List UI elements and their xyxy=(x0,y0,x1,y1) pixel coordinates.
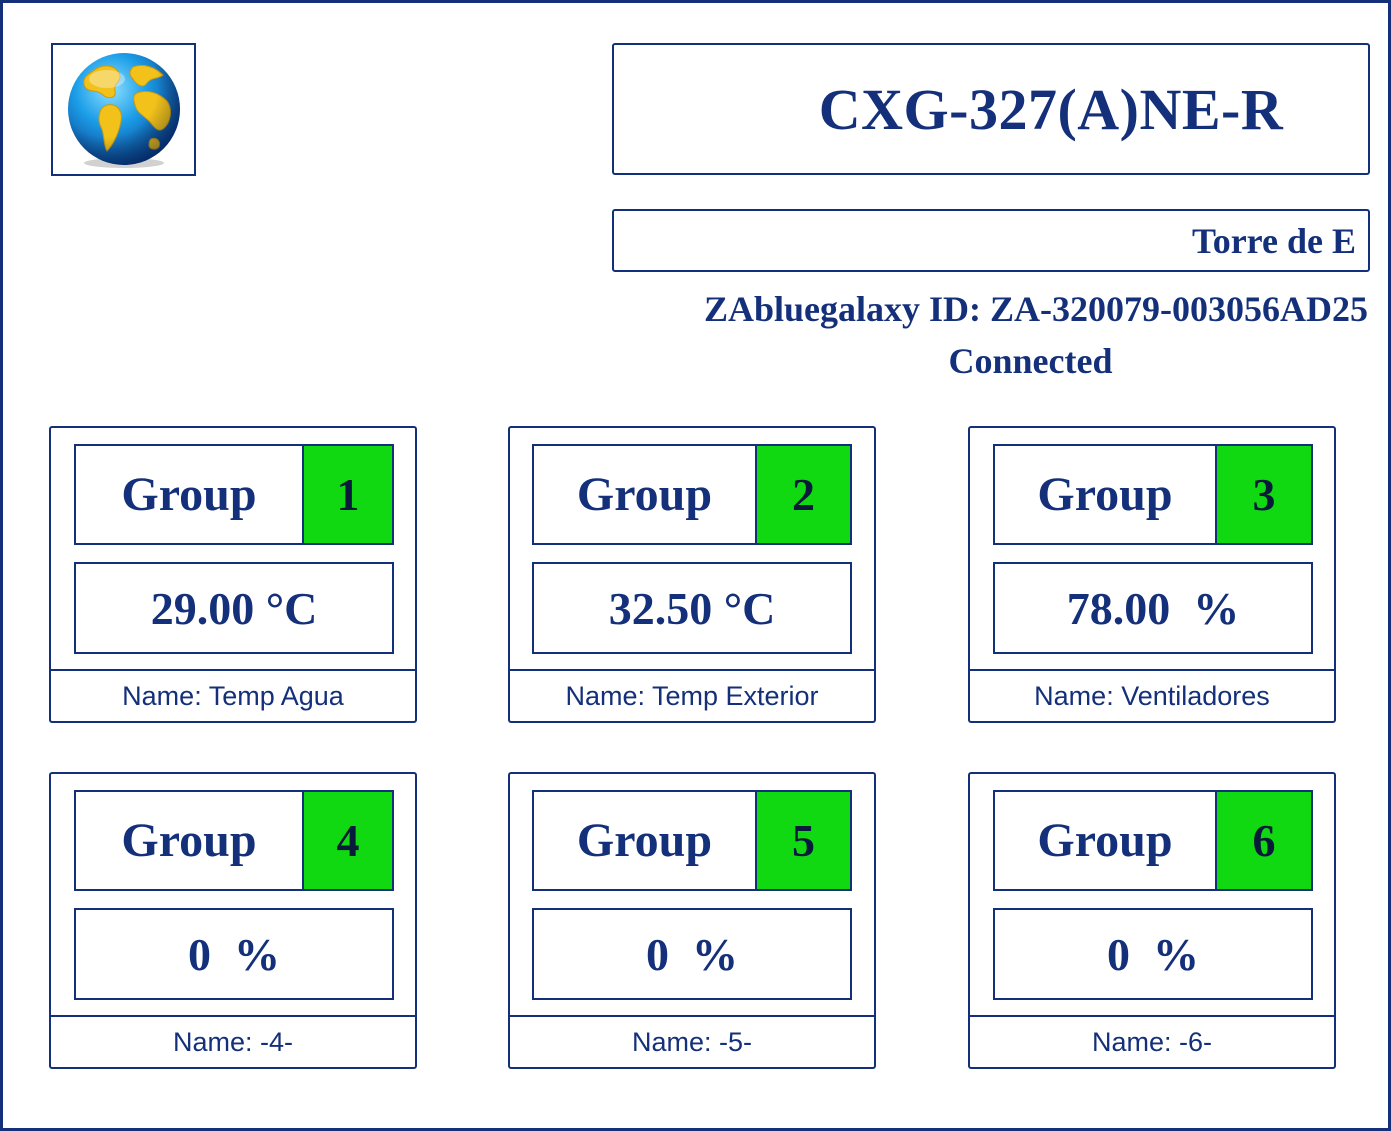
group-label: Group xyxy=(1037,468,1173,521)
group-value: 32.50 °C xyxy=(532,562,852,654)
group-value: 0 % xyxy=(532,908,852,1000)
group-card-6[interactable]: Group 6 0 % Name: -6- xyxy=(968,772,1336,1069)
group-number-badge: 1 xyxy=(302,446,392,543)
group-header: Group 1 xyxy=(74,444,394,545)
group-number-badge: 3 xyxy=(1215,446,1311,543)
group-label: Group xyxy=(576,814,713,867)
logo xyxy=(51,43,196,176)
group-card-2[interactable]: Group 2 32.50 °C Name: Temp Exterior xyxy=(508,426,876,723)
group-label: Group xyxy=(121,814,257,867)
group-header: Group 6 xyxy=(993,790,1313,891)
group-number-badge: 4 xyxy=(302,792,392,889)
group-number-badge: 6 xyxy=(1215,792,1311,889)
group-header: Group 2 xyxy=(532,444,852,545)
group-card-1[interactable]: Group 1 29.00 °C Name: Temp Agua xyxy=(49,426,417,723)
device-model-panel: CXG-327(A)NE-R xyxy=(612,43,1370,175)
group-name: Name: Temp Exterior xyxy=(510,669,874,721)
globe-icon xyxy=(67,52,180,168)
group-name: Name: -6- xyxy=(970,1015,1334,1067)
group-value: 29.00 °C xyxy=(74,562,394,654)
group-header: Group 5 xyxy=(532,790,852,891)
group-value: 0 % xyxy=(74,908,394,1000)
device-model: CXG-327(A)NE-R xyxy=(818,76,1284,142)
device-id: ZAbluegalaxy ID: ZA-320079-003056AD25 xyxy=(703,289,1368,329)
dashboard-frame: CXG-327(A)NE-R Torre de E ZAbluegalaxy I… xyxy=(0,0,1391,1131)
location-label: Torre de E xyxy=(1191,220,1356,261)
group-number-badge: 5 xyxy=(755,792,850,889)
group-card-4[interactable]: Group 4 0 % Name: -4- xyxy=(49,772,417,1069)
connection-status: Connected xyxy=(948,341,1113,381)
location-panel: Torre de E xyxy=(612,209,1370,272)
group-header: Group 4 xyxy=(74,790,394,891)
group-card-3[interactable]: Group 3 78.00 % Name: Ventiladores xyxy=(968,426,1336,723)
group-name: Name: -5- xyxy=(510,1015,874,1067)
group-number-badge: 2 xyxy=(755,446,850,543)
group-value: 0 % xyxy=(993,908,1313,1000)
group-label: Group xyxy=(576,468,713,521)
group-label: Group xyxy=(1037,814,1173,867)
group-header: Group 3 xyxy=(993,444,1313,545)
group-name: Name: Temp Agua xyxy=(51,669,415,721)
group-value: 78.00 % xyxy=(993,562,1313,654)
group-name: Name: -4- xyxy=(51,1015,415,1067)
group-name: Name: Ventiladores xyxy=(970,669,1334,721)
group-card-5[interactable]: Group 5 0 % Name: -5- xyxy=(508,772,876,1069)
group-label: Group xyxy=(121,468,257,521)
